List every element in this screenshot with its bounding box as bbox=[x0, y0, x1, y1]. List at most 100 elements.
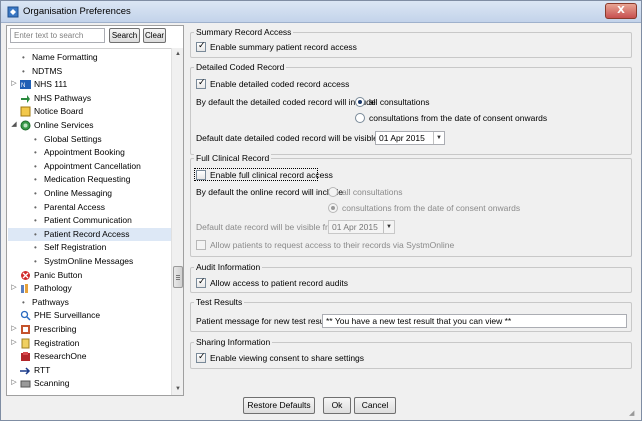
expand-icon[interactable]: ▷ bbox=[10, 325, 18, 333]
cancel-button[interactable]: Cancel bbox=[354, 397, 396, 414]
full-record-group: Full Clinical Record Enable full clinica… bbox=[190, 153, 632, 257]
detailed-all-radio[interactable] bbox=[355, 97, 365, 107]
tree-item-patient-communication[interactable]: • Patient Communication bbox=[8, 214, 171, 227]
tree-item-pathology[interactable]: ▷ Pathology bbox=[8, 282, 171, 295]
tree-item-registration[interactable]: ▷ Registration bbox=[8, 337, 171, 350]
sharing-legend: Sharing Information bbox=[194, 337, 273, 347]
ok-button[interactable]: Ok bbox=[323, 397, 351, 414]
tree-item-online-messaging[interactable]: • Online Messaging bbox=[8, 187, 171, 200]
full-date-picker[interactable]: 01 Apr 2015 ▼ bbox=[328, 220, 395, 234]
summary-enable-label: Enable summary patient record access bbox=[210, 42, 357, 52]
full-legend: Full Clinical Record bbox=[194, 153, 272, 163]
summary-legend: Summary Record Access bbox=[194, 27, 294, 37]
search-button[interactable]: Search bbox=[109, 28, 140, 43]
tree-item-label: Panic Button bbox=[34, 269, 83, 280]
detailed-default-label: By default the detailed coded record wil… bbox=[196, 97, 376, 107]
tree-item-label: Pathways bbox=[32, 296, 69, 307]
resize-grip-icon[interactable]: ◢ bbox=[629, 409, 639, 419]
full-date-label: Default date record will be visible from bbox=[196, 222, 340, 232]
scrollbar-thumb[interactable] bbox=[173, 266, 183, 288]
tree-item-label: Appointment Cancellation bbox=[44, 160, 141, 171]
audit-allow-label: Allow access to patient record audits bbox=[210, 278, 348, 288]
tree-item-scanning[interactable]: ▷ Scanning bbox=[8, 377, 171, 390]
full-all-label: all consultations bbox=[342, 187, 403, 197]
close-button[interactable]: X bbox=[605, 3, 637, 19]
tree-item-phe-surveillance[interactable]: PHE Surveillance bbox=[8, 309, 171, 322]
tree-item-label: Online Services bbox=[34, 120, 94, 130]
tests-legend: Test Results bbox=[194, 297, 245, 307]
rtt-icon bbox=[20, 367, 31, 375]
tree-item-online-services[interactable]: ◢ Online Services bbox=[8, 119, 171, 132]
tree-item-nhs-pathways[interactable]: NHS Pathways bbox=[8, 92, 171, 105]
tree-item-label: Scanning bbox=[34, 378, 70, 389]
tree-item-notice-board[interactable]: Notice Board bbox=[8, 105, 171, 118]
tree-item-label: NDTMS bbox=[32, 65, 63, 76]
tree-item-label: ResearchOne bbox=[34, 351, 87, 362]
bullet-icon: • bbox=[34, 257, 37, 266]
tree-item-panic-button[interactable]: Panic Button bbox=[8, 269, 171, 282]
full-date-value: 01 Apr 2015 bbox=[332, 222, 378, 232]
full-enable-checkbox[interactable] bbox=[196, 170, 206, 180]
category-panel: Enter text to search Search Clear • Name … bbox=[6, 25, 184, 396]
tree-item-name-formatting[interactable]: • Name Formatting bbox=[8, 51, 171, 64]
tests-message-input[interactable]: ** You have a new test result that you c… bbox=[322, 314, 627, 328]
tree-item-appointment-booking[interactable]: • Appointment Booking bbox=[8, 146, 171, 159]
tree-item-label: Parental Access bbox=[44, 201, 105, 212]
bullet-icon: • bbox=[34, 134, 37, 144]
summary-record-group: Summary Record Access Enable summary pat… bbox=[190, 27, 632, 58]
tree-item-ndtms[interactable]: • NDTMS bbox=[8, 65, 171, 78]
notice-icon bbox=[20, 106, 31, 117]
expand-icon[interactable]: ▷ bbox=[10, 339, 18, 347]
bullet-icon: • bbox=[34, 175, 37, 185]
full-default-label: By default the online record will includ… bbox=[196, 187, 343, 197]
bullet-icon: • bbox=[34, 161, 37, 171]
tree-item-label: Appointment Booking bbox=[44, 147, 125, 158]
full-request-checkbox[interactable] bbox=[196, 240, 206, 250]
detailed-enable-checkbox[interactable] bbox=[196, 78, 206, 89]
clear-button[interactable]: Clear bbox=[143, 28, 166, 43]
chevron-down-icon[interactable]: ▼ bbox=[383, 221, 394, 233]
scroll-down-icon[interactable]: ▼ bbox=[172, 383, 184, 395]
tree-item-researchone[interactable]: ResearchOne bbox=[8, 350, 171, 363]
expand-icon[interactable]: ▷ bbox=[10, 284, 18, 292]
panic-icon bbox=[21, 270, 30, 280]
tree-scrollbar[interactable]: ▲ ▼ bbox=[171, 48, 183, 395]
title-bar[interactable]: Organisation Preferences X bbox=[1, 1, 641, 23]
tree-item-label: Patient Communication bbox=[44, 215, 132, 226]
full-consent-radio[interactable] bbox=[328, 203, 338, 213]
audit-allow-checkbox[interactable] bbox=[196, 277, 206, 288]
tree-item-appointment-cancellation[interactable]: • Appointment Cancellation bbox=[8, 160, 171, 173]
tree-item-prescribing[interactable]: ▷ Prescribing bbox=[8, 323, 171, 336]
tree-item-pathways[interactable]: • Pathways bbox=[8, 296, 171, 309]
research-icon bbox=[21, 352, 30, 362]
expand-icon[interactable]: ▷ bbox=[10, 80, 18, 88]
search-input[interactable]: Enter text to search bbox=[10, 28, 105, 43]
collapse-icon[interactable]: ◢ bbox=[10, 121, 18, 129]
bullet-icon: • bbox=[34, 229, 37, 239]
full-all-radio[interactable] bbox=[328, 187, 338, 197]
chevron-down-icon[interactable]: ▼ bbox=[433, 132, 444, 144]
summary-enable-checkbox[interactable] bbox=[196, 41, 206, 52]
bullet-icon: • bbox=[22, 66, 25, 76]
scanning-icon bbox=[20, 380, 31, 388]
detailed-record-group: Detailed Coded Record Enable detailed co… bbox=[190, 62, 632, 155]
arrow-icon bbox=[21, 94, 30, 103]
tree-item-nhs-111[interactable]: ▷ N NHS 111 bbox=[8, 78, 171, 91]
detailed-consent-radio[interactable] bbox=[355, 113, 365, 123]
tree-item-label: SystmOnline Messages bbox=[44, 256, 134, 266]
bullet-icon: • bbox=[34, 189, 37, 198]
expand-icon[interactable]: ▷ bbox=[10, 379, 18, 387]
tree-item-medication-requesting[interactable]: • Medication Requesting bbox=[8, 173, 171, 186]
bullet-icon: • bbox=[22, 297, 25, 307]
scroll-up-icon[interactable]: ▲ bbox=[172, 48, 184, 60]
tree-item-systmonline-messages[interactable]: • SystmOnline Messages bbox=[8, 255, 171, 268]
tree-item-self-registration[interactable]: • Self Registration bbox=[8, 241, 171, 254]
detailed-date-picker[interactable]: 01 Apr 2015 ▼ bbox=[375, 131, 445, 145]
tree-item-rtt[interactable]: RTT bbox=[8, 364, 171, 377]
tree-item-patient-record-access[interactable]: • Patient Record Access bbox=[8, 227, 171, 241]
restore-defaults-button[interactable]: Restore Defaults bbox=[243, 397, 315, 414]
tree-item-label: Pathology bbox=[34, 283, 72, 294]
tree-item-global-settings[interactable]: • Global Settings bbox=[8, 133, 171, 146]
tree-item-parental-access[interactable]: • Parental Access bbox=[8, 201, 171, 214]
sharing-enable-checkbox[interactable] bbox=[196, 352, 206, 363]
